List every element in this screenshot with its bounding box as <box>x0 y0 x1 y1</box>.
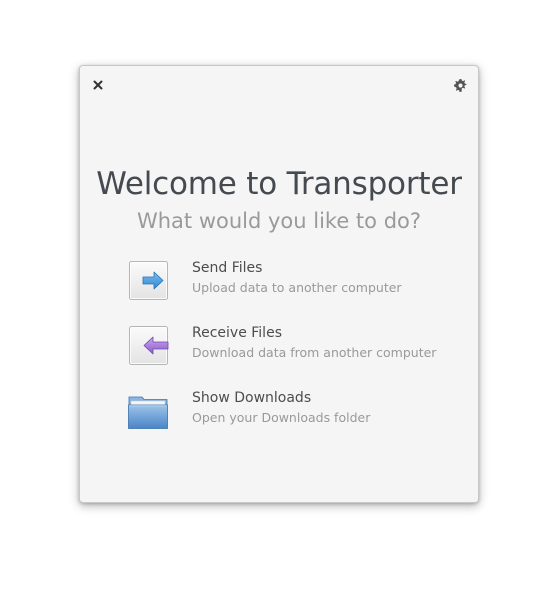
show-downloads-label: Show Downloads <box>192 390 312 406</box>
show-downloads-button[interactable]: Show Downloads Open your Downloads folde… <box>126 389 446 437</box>
close-button[interactable] <box>90 77 106 93</box>
gear-icon <box>453 78 466 92</box>
send-arrow-icon <box>129 261 168 300</box>
receive-arrow-icon <box>129 326 169 365</box>
send-files-description: Upload data to another computer <box>192 280 402 295</box>
settings-button[interactable] <box>452 77 468 93</box>
page-title: Welcome to Transporter <box>96 166 462 202</box>
receive-files-label: Receive Files <box>192 325 282 341</box>
page-subtitle: What would you like to do? <box>136 209 422 233</box>
close-icon <box>93 80 103 90</box>
receive-files-description: Download data from another computer <box>192 345 437 360</box>
folder-icon <box>128 396 168 429</box>
receive-files-button[interactable]: Receive Files Download data from another… <box>126 324 446 372</box>
transporter-window: Welcome to Transporter What would you li… <box>79 65 479 503</box>
show-downloads-description: Open your Downloads folder <box>192 410 371 425</box>
send-files-button[interactable]: Send Files Upload data to another comput… <box>126 259 446 307</box>
send-files-label: Send Files <box>192 260 263 276</box>
